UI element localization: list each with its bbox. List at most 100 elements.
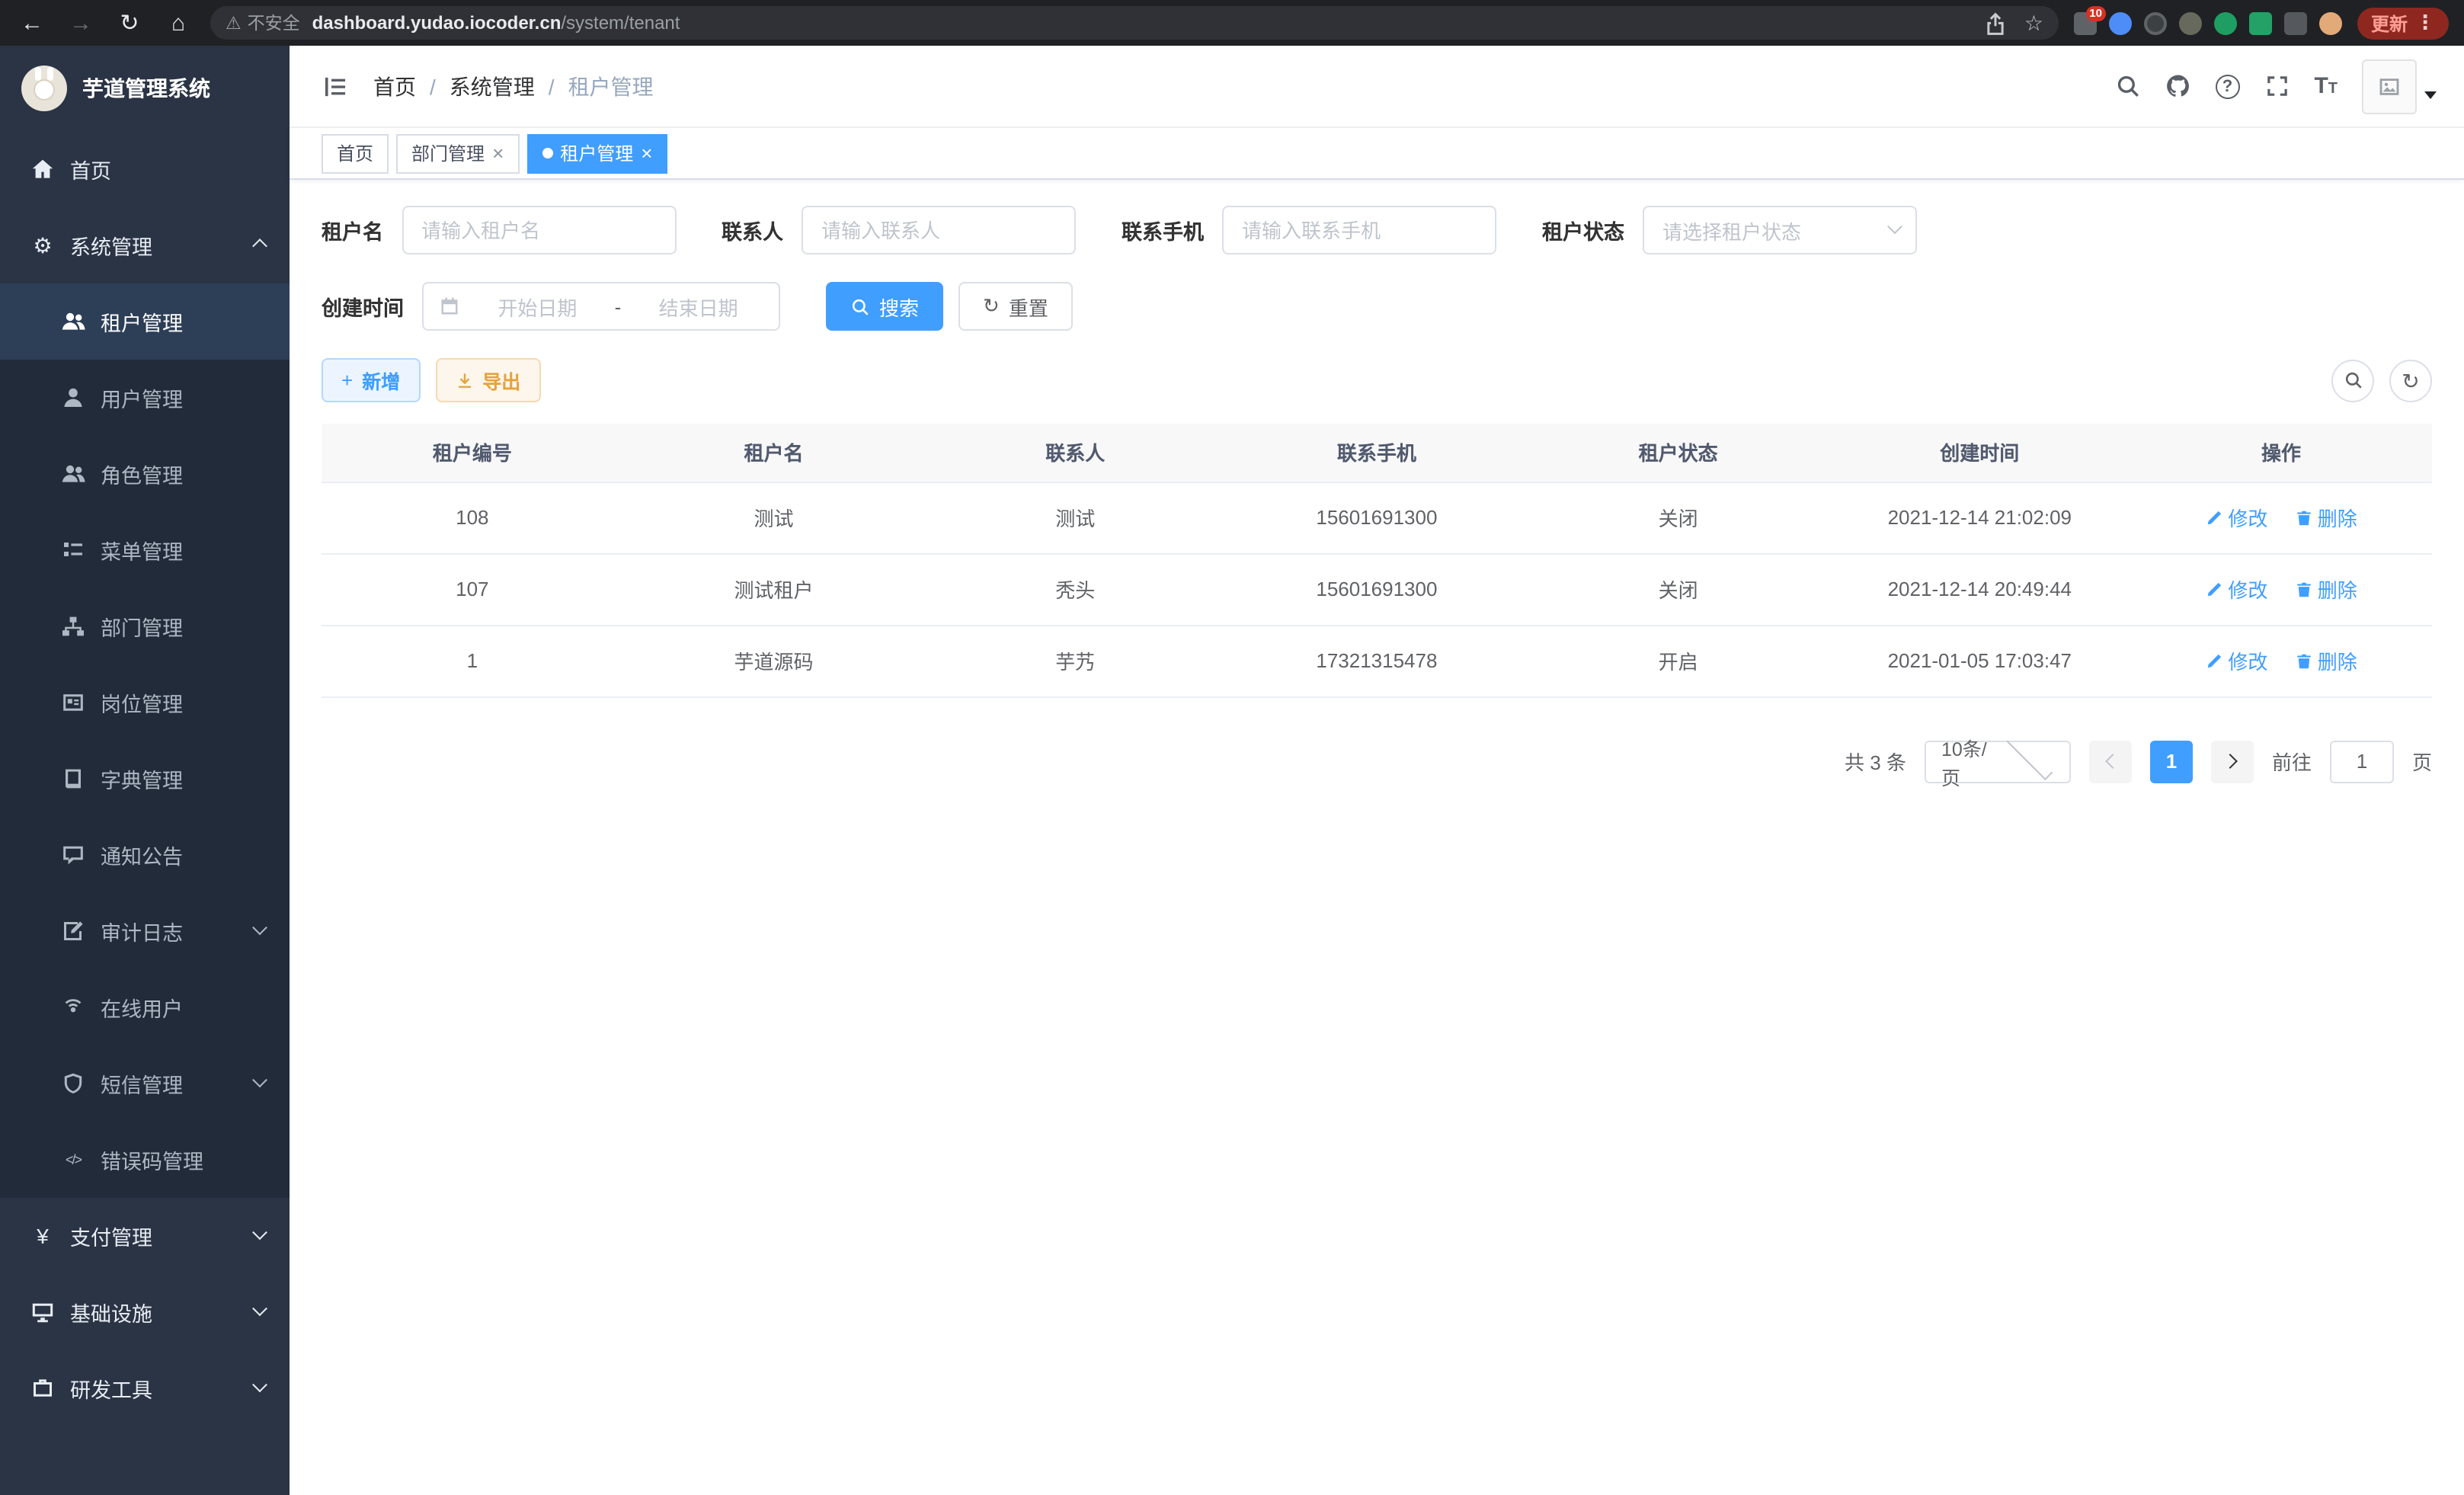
- search-icon[interactable]: [2114, 73, 2140, 99]
- sidebar-item-role[interactable]: 角色管理: [0, 436, 290, 512]
- sidebar-item-audit-log[interactable]: 审计日志: [0, 893, 290, 969]
- sidebar-item-dept[interactable]: 部门管理: [0, 588, 290, 664]
- page-number-1[interactable]: 1: [2150, 740, 2193, 783]
- sidebar-item-dev-tools[interactable]: 研发工具: [0, 1350, 290, 1426]
- tags-view: 首页 部门管理× 租户管理×: [290, 128, 2464, 180]
- delete-link[interactable]: 删除: [2295, 575, 2357, 603]
- delete-link[interactable]: 删除: [2295, 503, 2357, 532]
- tenant-name-input[interactable]: [402, 206, 676, 255]
- sidebar-item-user[interactable]: 用户管理: [0, 360, 290, 436]
- monitor-icon: [30, 1300, 55, 1324]
- avatar-caret-icon: [2424, 91, 2437, 104]
- col-mobile: 联系手机: [1226, 424, 1528, 482]
- extension-icon[interactable]: [2179, 11, 2202, 34]
- edit-link[interactable]: 修改: [2205, 575, 2267, 603]
- browser-back-icon[interactable]: ←: [15, 11, 49, 34]
- app-logo[interactable]: 芋道管理系统: [0, 46, 290, 131]
- sidebar-item-home[interactable]: 首页: [0, 131, 290, 207]
- help-icon[interactable]: ?: [2215, 74, 2239, 98]
- font-size-icon[interactable]: TT: [2314, 73, 2338, 99]
- breadcrumb-system[interactable]: 系统管理: [450, 71, 535, 101]
- sidebar-item-infra[interactable]: 基础设施: [0, 1274, 290, 1350]
- sidebar-collapse-icon[interactable]: [322, 72, 349, 100]
- extensions-tray: 10: [2074, 11, 2342, 34]
- users-icon: [61, 462, 85, 486]
- export-button[interactable]: 导出: [435, 358, 540, 402]
- sidebar-item-sms[interactable]: 短信管理: [0, 1045, 290, 1122]
- github-icon[interactable]: [2165, 73, 2190, 99]
- prev-page-button[interactable]: [2089, 740, 2132, 783]
- profile-avatar-icon[interactable]: [2319, 11, 2342, 34]
- browser-menu-kebab-icon[interactable]: ⋮: [2415, 11, 2435, 35]
- edit-link[interactable]: 修改: [2205, 646, 2267, 675]
- url-host: dashboard.yudao.iocoder.cn: [312, 12, 562, 34]
- gear-icon: ⚙: [30, 233, 55, 258]
- page-suffix: 页: [2412, 747, 2432, 776]
- contact-input[interactable]: [802, 206, 1076, 255]
- sidebar-item-post[interactable]: 岗位管理: [0, 664, 290, 741]
- date-range-picker[interactable]: 开始日期 - 结束日期: [422, 282, 780, 331]
- chevron-down-icon: [252, 1300, 267, 1315]
- sidebar-item-error-code[interactable]: </>错误码管理: [0, 1122, 290, 1198]
- security-warning[interactable]: ⚠ 不安全: [226, 11, 300, 35]
- bookmark-star-icon[interactable]: ☆: [2024, 10, 2043, 36]
- table-header-row: 租户编号 租户名 联系人 联系手机 租户状态 创建时间 操作: [322, 424, 2432, 482]
- sidebar-item-tenant[interactable]: 租户管理: [0, 283, 290, 360]
- status-select[interactable]: 请选择租户状态: [1643, 206, 1917, 255]
- toggle-search-button[interactable]: [2331, 359, 2374, 402]
- chevron-down-icon: [252, 1071, 267, 1087]
- start-date-placeholder: 开始日期: [472, 292, 603, 321]
- browser-reload-icon[interactable]: ↻: [113, 11, 146, 34]
- extension-icon[interactable]: [2144, 11, 2167, 34]
- add-button[interactable]: + 新增: [322, 358, 420, 402]
- tag-home[interactable]: 首页: [322, 133, 389, 173]
- extension-icon[interactable]: [2109, 11, 2132, 34]
- tag-tenant-active[interactable]: 租户管理×: [526, 133, 667, 173]
- sidebar-item-system[interactable]: ⚙系统管理: [0, 207, 290, 283]
- user-avatar[interactable]: [2362, 59, 2437, 114]
- page-size-select[interactable]: 10条/页: [1925, 740, 2071, 783]
- breadcrumb-home[interactable]: 首页: [373, 71, 416, 101]
- sidebar-item-online-user[interactable]: 在线用户: [0, 969, 290, 1045]
- pencil-icon: [2205, 580, 2223, 598]
- browser-forward-icon[interactable]: →: [64, 11, 98, 34]
- trash-icon: [2295, 651, 2313, 670]
- table-row: 108 测试 测试 15601691300 关闭 2021-12-14 21:0…: [322, 482, 2432, 553]
- extension-icon[interactable]: 10: [2074, 11, 2097, 34]
- reset-button[interactable]: ↻ 重置: [958, 282, 1073, 331]
- goto-page-input[interactable]: [2330, 740, 2394, 783]
- browser-chrome: ← → ↻ ⌂ ⚠ 不安全 dashboard.yudao.iocoder.cn…: [0, 0, 2464, 46]
- search-button[interactable]: 搜索: [826, 282, 943, 331]
- address-bar[interactable]: ⚠ 不安全 dashboard.yudao.iocoder.cn/system/…: [210, 6, 2059, 40]
- sidebar-item-menu[interactable]: 菜单管理: [0, 512, 290, 588]
- top-navbar: 首页 / 系统管理 / 租户管理 ? TT: [290, 46, 2464, 128]
- end-date-placeholder: 结束日期: [633, 292, 763, 321]
- online-icon: [61, 995, 85, 1020]
- delete-link[interactable]: 删除: [2295, 646, 2357, 675]
- chevron-down-icon: [252, 1224, 267, 1239]
- close-icon[interactable]: ×: [492, 143, 504, 163]
- puzzle-extensions-icon[interactable]: [2284, 11, 2307, 34]
- edit-link[interactable]: 修改: [2205, 503, 2267, 532]
- extension-icon[interactable]: [2214, 11, 2237, 34]
- sidebar-item-payment[interactable]: ¥支付管理: [0, 1198, 290, 1274]
- col-actions: 操作: [2130, 424, 2432, 482]
- table-row: 1 芋道源码 芋艿 17321315478 开启 2021-01-05 17:0…: [322, 625, 2432, 696]
- extension-icon[interactable]: [2249, 11, 2272, 34]
- browser-update-button[interactable]: 更新 ⋮: [2357, 7, 2449, 39]
- tag-dept[interactable]: 部门管理×: [396, 133, 519, 173]
- refresh-table-button[interactable]: ↻: [2389, 359, 2432, 402]
- home-icon: [30, 157, 55, 181]
- mobile-input[interactable]: [1222, 206, 1496, 255]
- col-tenant-id: 租户编号: [322, 424, 623, 482]
- sidebar-item-dict[interactable]: 字典管理: [0, 741, 290, 817]
- close-icon[interactable]: ×: [641, 143, 652, 163]
- browser-home-icon[interactable]: ⌂: [162, 11, 195, 34]
- sidebar-item-notice[interactable]: 通知公告: [0, 817, 290, 893]
- status-label: 租户状态: [1542, 215, 1624, 245]
- next-page-button[interactable]: [2211, 740, 2254, 783]
- chevron-left-icon: [2105, 754, 2120, 769]
- col-contact: 联系人: [924, 424, 1226, 482]
- share-icon[interactable]: [1983, 10, 2009, 36]
- fullscreen-icon[interactable]: [2264, 73, 2290, 99]
